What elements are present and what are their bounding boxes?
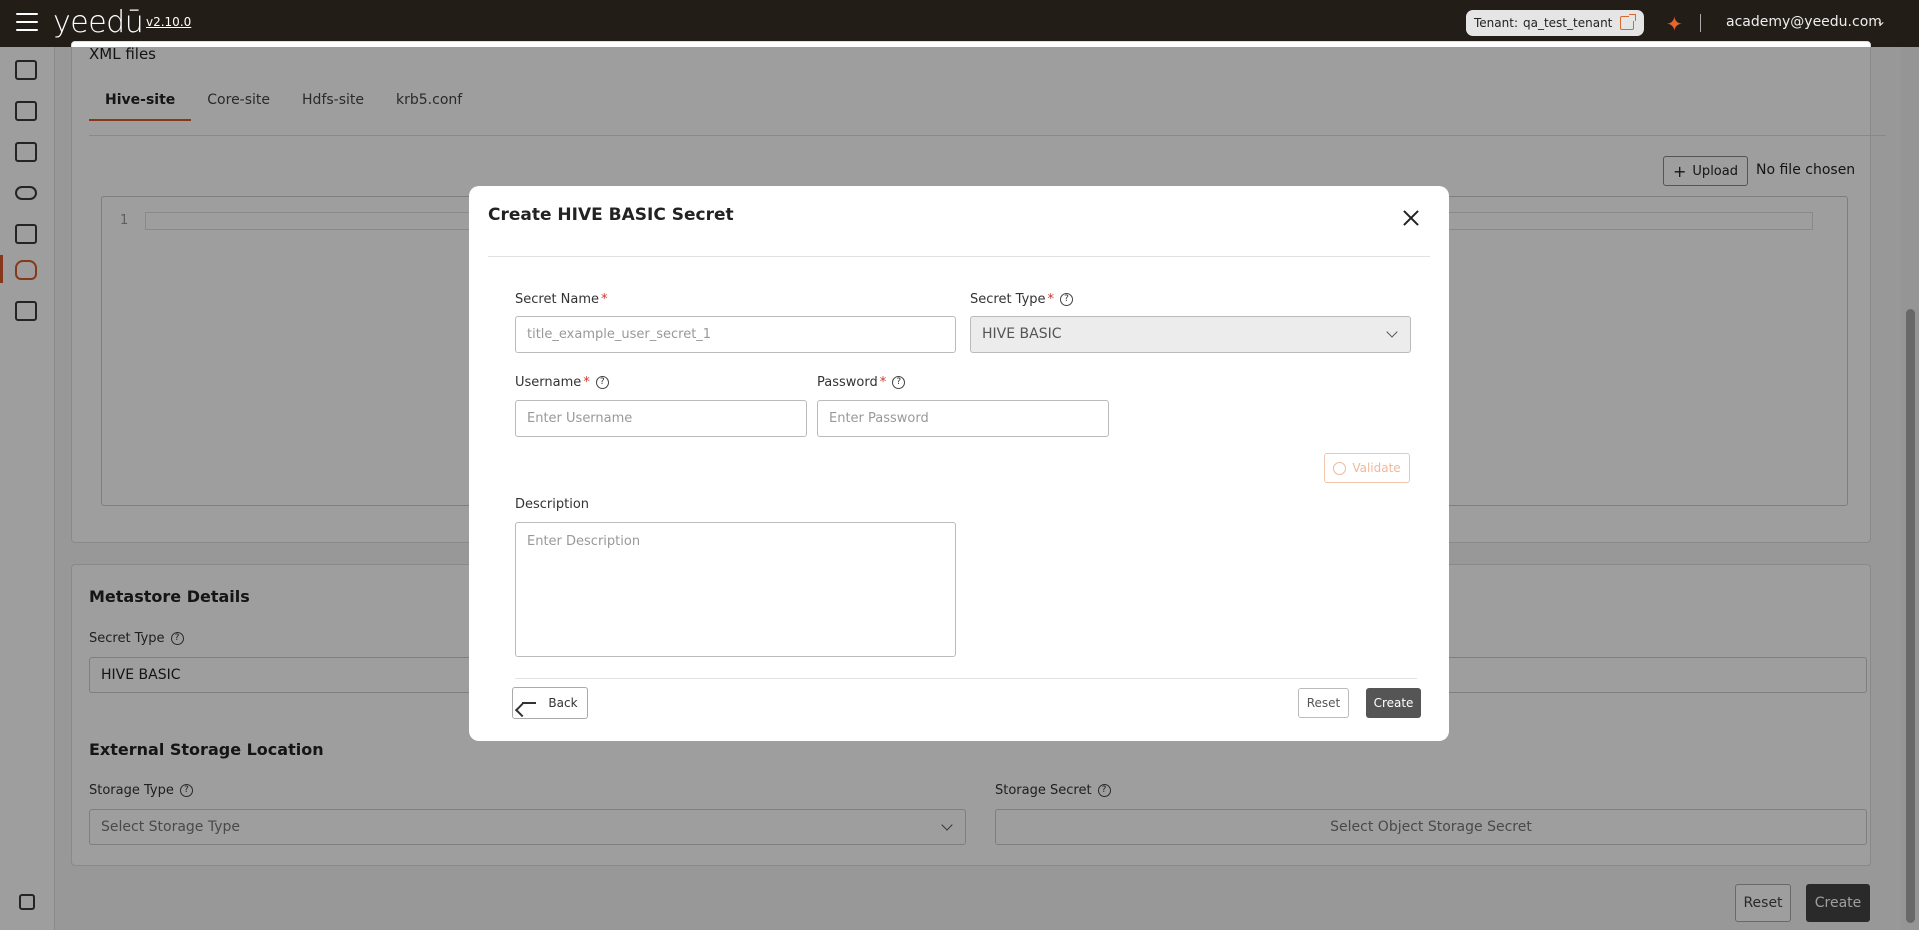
tenant-value: qa_test_tenant [1523, 16, 1613, 30]
top-bar: yeedū v2.10.0 Tenant: qa_test_tenant ✦ a… [0, 0, 1919, 47]
close-icon[interactable] [1401, 208, 1421, 228]
back-label: Back [548, 696, 578, 710]
menu-icon[interactable] [16, 13, 38, 33]
back-button[interactable]: Back [512, 687, 588, 719]
version-link[interactable]: v2.10.0 [146, 15, 191, 29]
header-divider [1700, 14, 1701, 32]
app-logo[interactable]: yeedū [53, 5, 144, 40]
validate-label: Validate [1352, 461, 1401, 475]
modal-create-button[interactable]: Create [1366, 688, 1421, 718]
secret-name-input[interactable] [515, 316, 956, 353]
help-icon[interactable]: ? [1060, 293, 1074, 306]
description-label: Description [515, 497, 590, 512]
help-icon[interactable]: ? [595, 376, 609, 389]
modal-footer-divider [515, 678, 1417, 679]
password-input[interactable] [817, 400, 1109, 437]
modal-title: Create HIVE BASIC Secret [488, 205, 734, 225]
external-link-icon[interactable] [1620, 14, 1637, 30]
username-label: Username *? [515, 375, 609, 390]
secret-type-select[interactable]: HIVE BASIC [970, 316, 1411, 353]
tenant-pill[interactable]: Tenant: qa_test_tenant [1466, 10, 1644, 36]
description-textarea[interactable] [515, 522, 956, 657]
modal-divider [488, 256, 1430, 257]
check-circle-icon [1333, 461, 1347, 475]
chevron-down-icon [1386, 326, 1398, 338]
create-secret-modal: Create HIVE BASIC Secret Secret Name* Se… [469, 186, 1449, 741]
arrow-left-icon [522, 702, 537, 704]
chevron-down-icon[interactable]: ⌄ [1876, 14, 1886, 28]
tenant-label: Tenant: [1474, 16, 1518, 30]
modal-reset-button[interactable]: Reset [1298, 688, 1349, 718]
username-input[interactable] [515, 400, 807, 437]
secret-type-label: Secret Type *? [970, 292, 1074, 307]
sparkle-icon[interactable]: ✦ [1666, 12, 1683, 36]
validate-button[interactable]: Validate [1324, 453, 1410, 483]
user-email[interactable]: academy@yeedu.com [1726, 14, 1882, 30]
help-icon[interactable]: ? [892, 376, 906, 389]
secret-name-label: Secret Name * [515, 292, 608, 307]
password-label: Password *? [817, 375, 906, 390]
